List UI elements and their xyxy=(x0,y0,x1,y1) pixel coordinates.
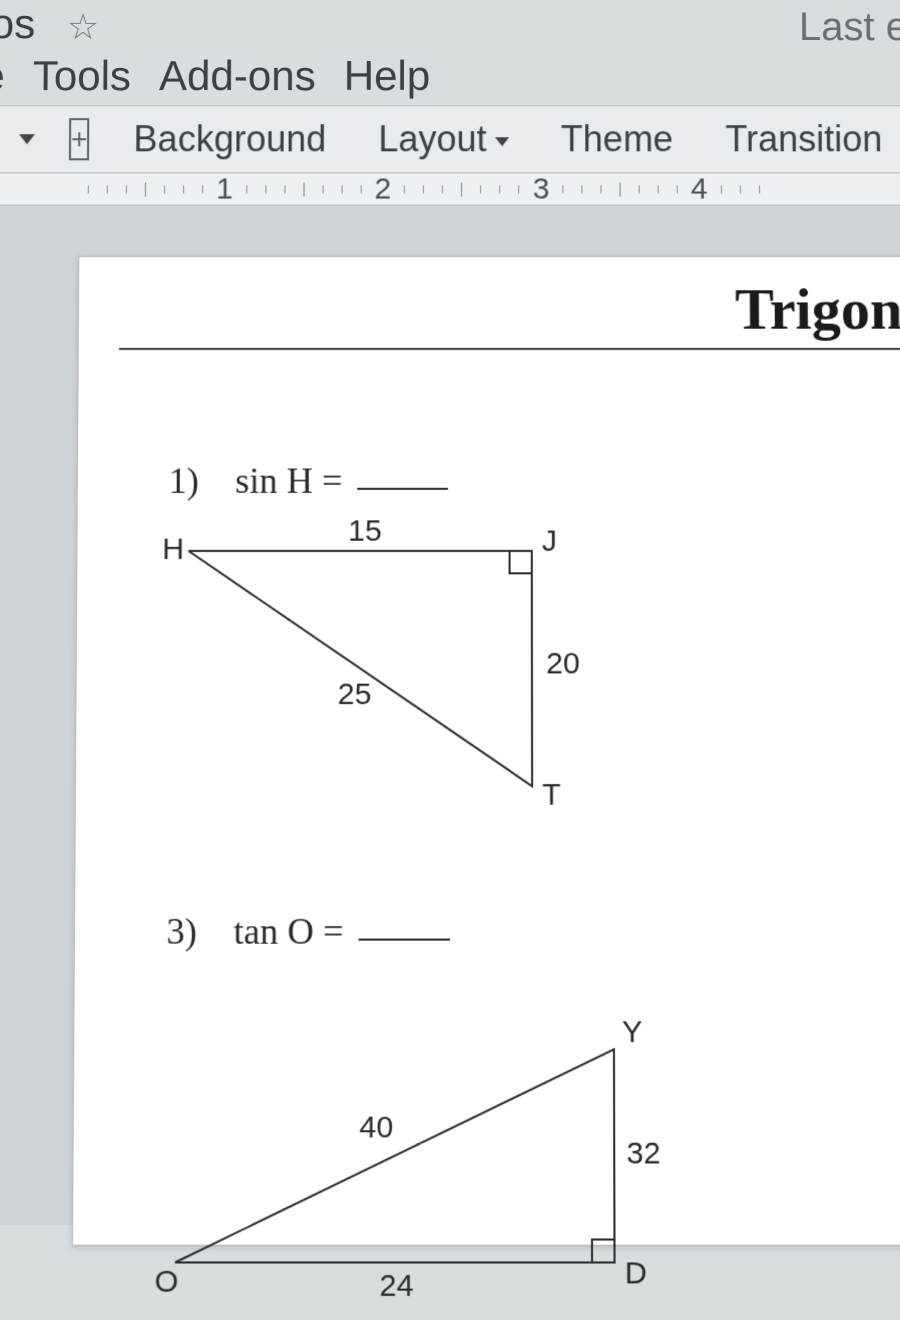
side-hyp-25: 25 xyxy=(338,678,372,712)
ruler-mark-2: 2 xyxy=(374,173,391,205)
ruler-mark-4: 4 xyxy=(691,173,708,205)
plus-icon: + xyxy=(71,123,88,155)
triangle-3: O Y D 40 32 24 xyxy=(124,992,697,1314)
menu-fragment: e xyxy=(0,52,5,100)
menu-bar: e Tools Add-ons Help xyxy=(0,40,442,112)
slide-title-fragment: Trigono xyxy=(735,275,900,343)
problem-3-expr: tan O = xyxy=(233,911,343,952)
theme-button[interactable]: Theme xyxy=(539,110,696,168)
problem-3-num: 3) xyxy=(166,911,197,952)
problem-3: 3) tan O = xyxy=(166,910,450,953)
new-slide-button[interactable]: + xyxy=(69,118,90,160)
vertex-H: H xyxy=(162,533,184,567)
menu-tools[interactable]: Tools xyxy=(33,52,132,100)
slide[interactable]: Trigono 1) sin H = H J T 15 20 xyxy=(72,256,900,1246)
transition-button[interactable]: Transition xyxy=(703,110,900,168)
canvas-area[interactable]: Trigono 1) sin H = H J T 15 20 xyxy=(0,206,900,1225)
vertex-J: J xyxy=(542,524,557,558)
vertex-Y: Y xyxy=(622,1015,642,1049)
chevron-down-icon xyxy=(495,137,509,146)
toolbar: + Background Layout Theme Transition xyxy=(0,105,900,173)
ruler: 1 2 3 4 xyxy=(0,173,900,205)
last-edit-text: Last edit xyxy=(799,5,900,50)
background-button[interactable]: Background xyxy=(111,110,348,168)
problem-1-num: 1) xyxy=(169,460,199,501)
triangle-1: H J T 15 20 25 xyxy=(157,520,624,827)
title-underline xyxy=(119,348,900,350)
problem-1-expr: sin H = xyxy=(235,460,342,501)
menu-help[interactable]: Help xyxy=(344,52,431,100)
chevron-down-icon[interactable] xyxy=(19,134,35,144)
answer-blank-3 xyxy=(359,939,450,941)
ruler-mark-3: 3 xyxy=(533,173,550,205)
side-right-32: 32 xyxy=(626,1136,660,1170)
problem-1: 1) sin H = xyxy=(169,459,449,502)
vertex-O: O xyxy=(154,1265,178,1299)
side-top-15: 15 xyxy=(348,514,382,548)
ruler-mark-1: 1 xyxy=(216,173,233,205)
vertex-D: D xyxy=(625,1256,647,1290)
side-hyp-40: 40 xyxy=(359,1110,393,1144)
answer-blank-1 xyxy=(358,488,449,490)
layout-label: Layout xyxy=(378,118,486,160)
menu-addons[interactable]: Add-ons xyxy=(159,52,316,100)
vertex-T: T xyxy=(542,778,561,812)
side-bottom-24: 24 xyxy=(379,1269,413,1303)
side-right-20: 20 xyxy=(546,647,580,681)
layout-button[interactable]: Layout xyxy=(356,110,531,168)
